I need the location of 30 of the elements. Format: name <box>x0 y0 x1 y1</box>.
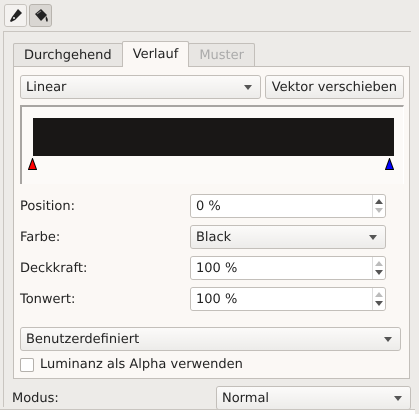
field-label: Deckkraft: <box>20 260 88 276</box>
caret-icon <box>394 396 402 400</box>
mode-dropdown[interactable]: Normal <box>216 386 411 410</box>
spin-field[interactable]: 100 % <box>190 287 386 311</box>
spin-down-icon[interactable] <box>375 301 383 306</box>
tab[interactable]: Verlauf <box>122 41 190 67</box>
tab[interactable]: Durchgehend <box>13 43 123 66</box>
move-vector-button[interactable]: Vektor verschieben <box>264 75 404 99</box>
checkbox-label: Luminanz als Alpha verwenden <box>40 357 243 372</box>
spin-field[interactable]: 0 % <box>190 194 386 218</box>
mode-label: Modus: <box>12 390 59 406</box>
spin-down-icon[interactable] <box>375 270 383 275</box>
color-dropdown[interactable]: Black <box>190 225 386 249</box>
pen-icon <box>8 8 22 24</box>
gradient-stop-handle[interactable] <box>28 158 37 170</box>
checkbox[interactable] <box>20 358 34 372</box>
field-label: Tonwert: <box>20 292 76 306</box>
field-label: Farbe: <box>20 230 62 244</box>
fill-tool-button[interactable] <box>29 4 52 27</box>
caret-icon <box>384 336 392 342</box>
pen-tool-button[interactable] <box>4 4 27 27</box>
paint-bucket-icon <box>32 8 48 24</box>
gradient-stop-handle[interactable] <box>385 158 394 170</box>
spin-up-icon[interactable] <box>375 199 383 204</box>
caret-icon <box>369 234 377 240</box>
field-label: Position: <box>20 198 76 214</box>
gradient-type-dropdown[interactable]: Linear <box>20 75 261 99</box>
preset-dropdown[interactable]: Benutzerdefiniert <box>20 327 401 351</box>
caret-icon <box>244 84 252 90</box>
spin-field[interactable]: 100 % <box>190 256 386 280</box>
